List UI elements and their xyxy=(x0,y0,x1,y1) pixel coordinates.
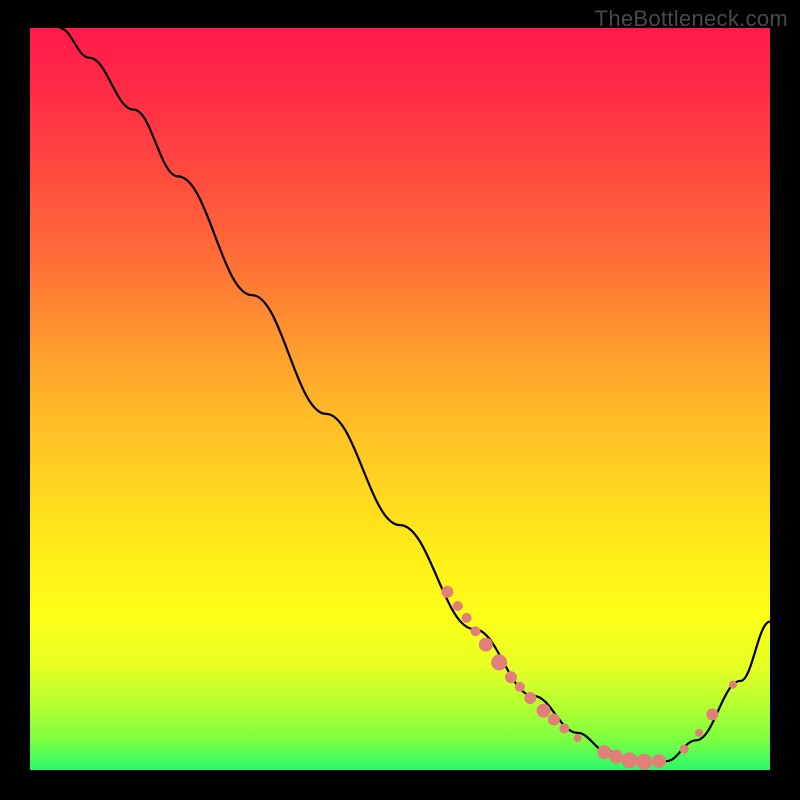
data-point xyxy=(453,601,463,611)
data-point xyxy=(729,681,737,689)
data-point xyxy=(491,654,507,670)
data-point xyxy=(505,671,517,683)
data-point xyxy=(537,704,551,718)
data-point xyxy=(462,613,472,623)
plot-area xyxy=(30,28,770,770)
data-point xyxy=(515,682,525,692)
data-point xyxy=(652,754,666,768)
data-point xyxy=(479,638,493,652)
data-point xyxy=(636,754,652,770)
data-point-group xyxy=(441,586,737,770)
data-point xyxy=(574,734,582,742)
data-point xyxy=(559,723,569,733)
data-point xyxy=(470,626,480,636)
watermark-text: TheBottleneck.com xyxy=(595,6,788,32)
chart-container: TheBottleneck.com xyxy=(0,0,800,800)
bottleneck-curve xyxy=(60,28,770,761)
data-point xyxy=(441,586,453,598)
data-point xyxy=(524,692,536,704)
data-point xyxy=(621,752,637,768)
data-point xyxy=(609,750,623,764)
data-point xyxy=(680,745,689,754)
curve-svg xyxy=(30,28,770,770)
data-point xyxy=(548,714,560,726)
data-point xyxy=(706,708,718,720)
data-point xyxy=(695,729,703,737)
